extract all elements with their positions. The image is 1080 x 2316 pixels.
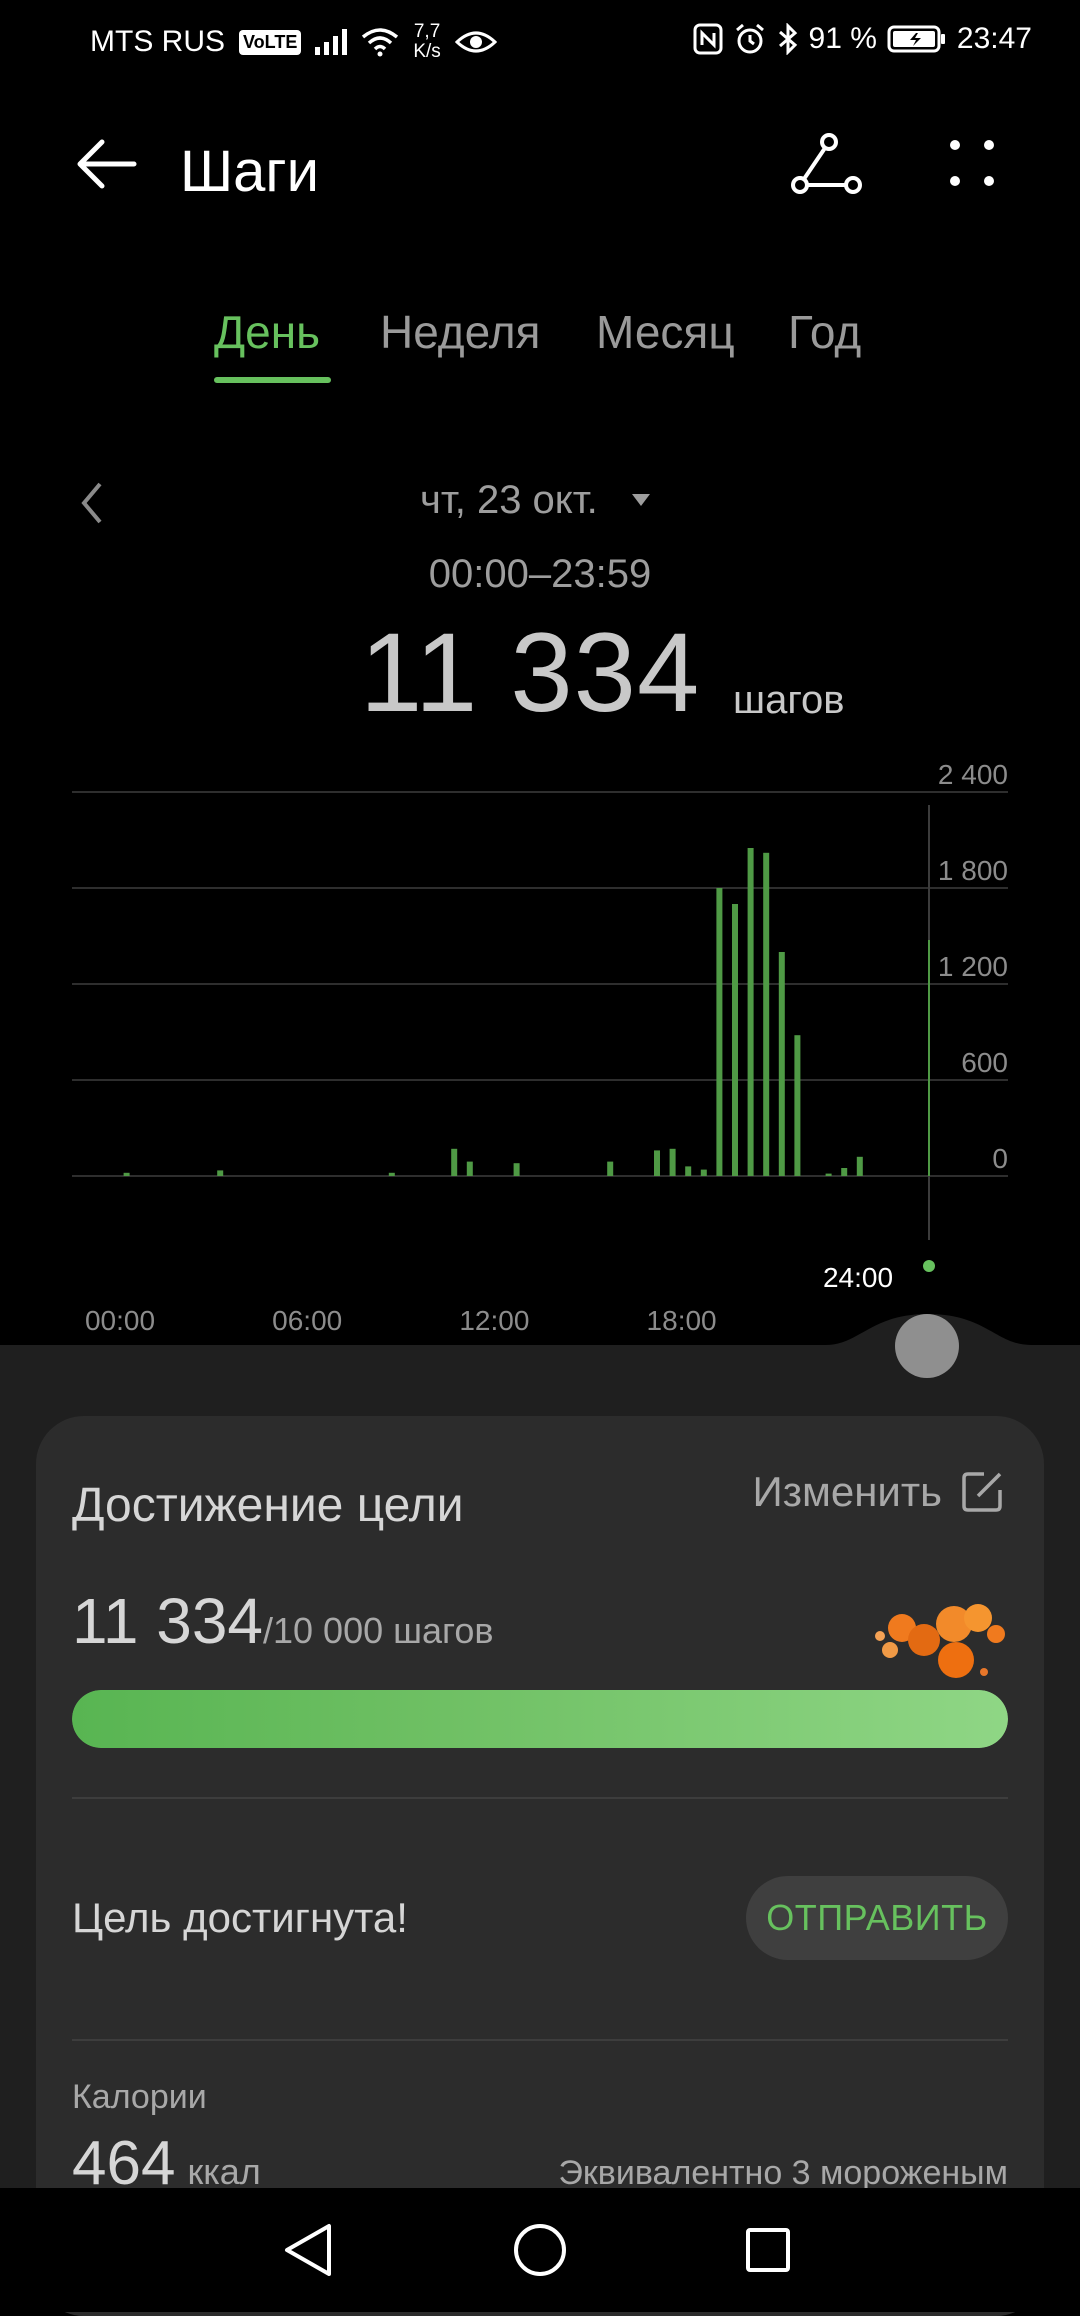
square-recents-icon — [746, 2228, 790, 2272]
y-tick-label: 1 800 — [938, 855, 1008, 886]
chart-bar — [123, 1172, 130, 1176]
chart-bar — [607, 1161, 614, 1176]
steps-unit: шагов — [733, 678, 845, 722]
y-tick-label: 2 400 — [938, 759, 1008, 790]
circle-home-icon — [514, 2224, 566, 2276]
chart-bar — [451, 1148, 458, 1176]
edit-icon — [962, 1472, 1002, 1512]
date-selector[interactable]: чт, 23 окт. — [420, 478, 598, 523]
status-right: 91 % 23:47 — [693, 22, 1032, 56]
steps-chart: 2 4001 8001 200600024:0000:00 06:00 12:00 1… — [72, 759, 1008, 1336]
chart-bar — [466, 1161, 473, 1176]
chart-bar — [732, 904, 738, 1176]
chart-bar — [513, 1163, 520, 1176]
wifi-icon — [362, 28, 399, 57]
goal-achieved-text: Цель достигнута! — [72, 1894, 408, 1941]
bluetooth-icon — [778, 23, 797, 55]
page-title: Шаги — [180, 139, 319, 204]
chart-bar — [778, 952, 785, 1176]
clock: 23:47 — [956, 22, 1032, 55]
nav-back-button[interactable] — [265, 2206, 353, 2294]
divider — [72, 2039, 1008, 2041]
chart-bar — [654, 1150, 660, 1176]
y-tick-label: 0 — [992, 1143, 1008, 1174]
edit-goal-button[interactable]: Изменить — [753, 1468, 1004, 1516]
share-button[interactable]: ОТПРАВИТЬ — [746, 1876, 1008, 1960]
chart-bar — [669, 1148, 676, 1176]
nav-recents-button[interactable] — [724, 2206, 812, 2294]
chart-bar — [794, 1035, 801, 1176]
tab-month[interactable]: Месяц — [596, 305, 735, 359]
status-bar: MTS RUS VoLTE 7,7 K/s 91 % 23:47 — [0, 0, 1080, 80]
tab-week[interactable]: Неделя — [380, 305, 540, 359]
y-tick-label: 1 200 — [938, 951, 1008, 982]
active-tab-indicator — [214, 377, 331, 383]
status-left: MTS RUS VoLTE 7,7 K/s — [90, 22, 497, 62]
chart-bar — [685, 1166, 692, 1176]
timeline-handle[interactable] — [895, 1314, 959, 1378]
route-button[interactable] — [785, 130, 865, 210]
chart-bar — [700, 1169, 707, 1176]
tab-day[interactable]: День — [214, 305, 320, 359]
chart-bar — [825, 1173, 832, 1176]
divider — [72, 1797, 1008, 1799]
chevron-left-icon — [81, 482, 102, 524]
triangle-back-icon — [285, 2224, 331, 2276]
goal-progress-bar — [72, 1690, 1008, 1748]
nfc-icon — [693, 23, 723, 55]
cursor-time-label: 24:00 — [823, 1262, 893, 1293]
alarm-icon — [735, 23, 764, 54]
chart-bar — [388, 1172, 395, 1176]
nav-home-button[interactable] — [496, 2206, 584, 2294]
battery-icon — [887, 25, 945, 53]
edit-goal-label: Изменить — [752, 1468, 942, 1515]
chart-bar — [716, 888, 723, 1176]
navigation-bar — [0, 2188, 1080, 2312]
steps-total: 11 334 — [360, 610, 701, 735]
period-tabs: День Неделя Месяц Год — [0, 305, 1080, 385]
cursor-dot — [923, 1260, 935, 1272]
more-button[interactable] — [935, 130, 1015, 210]
confetti-icon — [875, 1604, 1005, 1678]
calories-label: Калории — [72, 2078, 207, 2116]
chart-bar — [856, 1156, 863, 1176]
eye-icon — [454, 31, 497, 53]
more-dots-icon — [950, 140, 994, 186]
net-speed: 7,7 K/s — [413, 21, 441, 62]
back-button[interactable] — [70, 130, 150, 210]
chart-bar — [217, 1170, 224, 1176]
previous-day-button[interactable] — [70, 478, 114, 528]
route-icon — [791, 133, 862, 194]
arrow-left-icon — [77, 139, 137, 189]
y-tick-label: 600 — [961, 1047, 1008, 1078]
goal-progress-fill — [72, 1690, 1008, 1748]
carrier-name: MTS RUS — [90, 25, 225, 58]
caret-down-icon[interactable] — [630, 490, 652, 510]
chart-bar — [763, 852, 770, 1176]
signal-icon — [315, 29, 348, 55]
volte-badge: VoLTE — [239, 29, 302, 55]
time-range: 00:00–23:59 — [428, 552, 652, 596]
tab-year[interactable]: Год — [788, 305, 861, 359]
chart-bar — [841, 1168, 848, 1176]
chart-bar — [747, 848, 754, 1176]
goal-progress-value: 11 334/10 000 шагов — [72, 1585, 494, 1657]
goal-title: Достижение цели — [72, 1479, 464, 1532]
battery-percent: 91 % — [808, 22, 877, 55]
